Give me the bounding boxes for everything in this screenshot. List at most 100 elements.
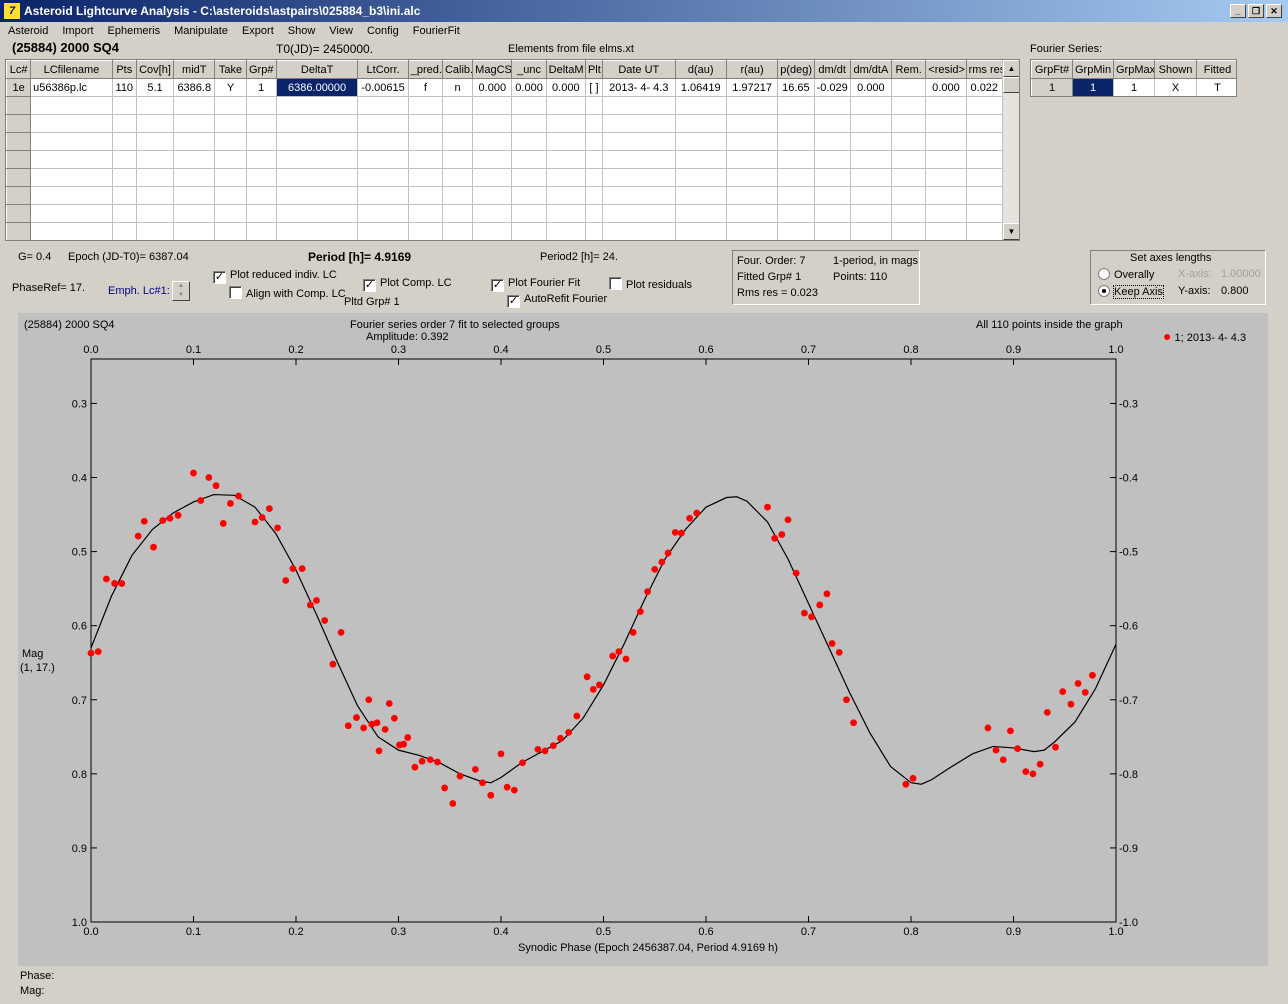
data-point bbox=[159, 517, 167, 524]
data-point bbox=[258, 514, 266, 521]
data-point bbox=[289, 565, 297, 573]
x-tick-label-bottom: 0.8 bbox=[903, 926, 918, 938]
data-point bbox=[329, 660, 337, 668]
data-point bbox=[784, 516, 792, 524]
data-point bbox=[365, 696, 373, 704]
data-point bbox=[1059, 688, 1067, 696]
data-point bbox=[678, 529, 685, 537]
y-tick-label-right: -0.7 bbox=[1119, 695, 1138, 707]
data-point bbox=[573, 712, 581, 720]
data-point bbox=[391, 714, 398, 722]
data-point bbox=[909, 774, 917, 782]
data-point bbox=[541, 747, 549, 755]
data-point bbox=[808, 613, 815, 621]
y-tick-label-right: -0.8 bbox=[1119, 769, 1138, 781]
data-point bbox=[479, 779, 486, 787]
data-point bbox=[111, 580, 118, 587]
data-point bbox=[385, 700, 393, 707]
x-tick-label-top: 0.4 bbox=[493, 344, 508, 356]
status-mag: Mag: bbox=[20, 985, 45, 997]
x-tick-label-bottom: 0.7 bbox=[801, 926, 816, 938]
data-point bbox=[353, 714, 360, 721]
data-point bbox=[219, 520, 227, 527]
data-point bbox=[999, 756, 1007, 764]
data-point bbox=[197, 497, 205, 504]
data-point bbox=[102, 575, 110, 583]
data-point bbox=[190, 469, 197, 477]
data-point bbox=[426, 756, 434, 764]
data-point bbox=[565, 728, 573, 736]
y-tick-label-left: 0.5 bbox=[72, 547, 87, 559]
data-point bbox=[609, 652, 617, 660]
data-point bbox=[792, 569, 800, 577]
data-point bbox=[1014, 745, 1021, 753]
data-point bbox=[166, 514, 174, 522]
data-point bbox=[1022, 768, 1030, 776]
x-tick-label-top: 1.0 bbox=[1108, 344, 1123, 356]
data-point bbox=[510, 786, 518, 794]
y-tick-label-right: -0.6 bbox=[1119, 621, 1138, 633]
data-point bbox=[497, 750, 505, 758]
data-point bbox=[549, 742, 557, 750]
data-point bbox=[298, 565, 306, 573]
data-point bbox=[1052, 743, 1059, 751]
x-tick-label-top: 0.3 bbox=[391, 344, 406, 356]
data-point bbox=[583, 673, 591, 681]
x-tick-label-top: 0.9 bbox=[1006, 344, 1021, 356]
x-tick-label-bottom: 0.4 bbox=[493, 926, 508, 938]
data-point bbox=[205, 474, 213, 481]
data-point bbox=[134, 532, 142, 540]
lightcurve-chart[interactable]: 0.00.00.10.10.20.20.30.30.40.40.50.50.60… bbox=[0, 0, 1288, 1004]
fourier-fit-curve bbox=[90, 493, 1117, 785]
data-point bbox=[644, 588, 651, 596]
data-point bbox=[140, 517, 148, 525]
data-point bbox=[596, 681, 603, 689]
data-point bbox=[902, 780, 910, 788]
data-point bbox=[471, 765, 479, 773]
status-phase: Phase: bbox=[20, 970, 55, 982]
data-point bbox=[274, 524, 281, 532]
data-point bbox=[503, 783, 511, 791]
data-point bbox=[404, 734, 412, 741]
data-point bbox=[589, 685, 597, 693]
y-tick-label-left: 1.0 bbox=[72, 917, 87, 929]
plot-frame bbox=[90, 358, 1117, 923]
x-tick-label-top: 0.2 bbox=[288, 344, 303, 356]
data-point bbox=[686, 514, 693, 522]
data-point bbox=[321, 617, 329, 624]
x-tick-label-top: 0.8 bbox=[903, 344, 918, 356]
data-point bbox=[1081, 688, 1089, 696]
data-point bbox=[816, 601, 824, 609]
data-point bbox=[150, 543, 157, 551]
y-tick-label-left: 0.6 bbox=[72, 621, 87, 633]
y-tick-label-right: -0.9 bbox=[1119, 843, 1138, 855]
y-tick-label-right: -0.3 bbox=[1119, 398, 1138, 410]
x-tick-label-bottom: 0.6 bbox=[698, 926, 713, 938]
data-point bbox=[992, 746, 1000, 754]
data-point bbox=[1043, 708, 1051, 716]
data-point bbox=[828, 640, 836, 647]
data-point bbox=[1007, 727, 1014, 735]
data-point bbox=[344, 722, 352, 730]
data-point bbox=[823, 590, 831, 598]
data-point bbox=[282, 577, 290, 584]
data-point bbox=[850, 719, 857, 727]
x-tick-label-top: 0.0 bbox=[83, 344, 98, 356]
data-point bbox=[651, 565, 659, 573]
y-tick-label-right: -0.4 bbox=[1119, 473, 1138, 485]
data-point bbox=[557, 734, 564, 742]
data-point bbox=[629, 628, 637, 636]
data-point bbox=[1029, 770, 1037, 778]
data-point bbox=[360, 724, 368, 732]
data-point bbox=[637, 608, 644, 616]
data-point bbox=[227, 500, 234, 507]
data-point bbox=[778, 531, 786, 538]
data-point bbox=[664, 549, 672, 557]
y-tick-label-left: 0.7 bbox=[72, 695, 87, 707]
y-tick-label-left: 0.4 bbox=[72, 473, 87, 485]
data-point bbox=[615, 648, 623, 656]
data-point bbox=[487, 791, 495, 799]
x-tick-label-top: 0.1 bbox=[186, 344, 201, 356]
data-point bbox=[441, 784, 449, 792]
data-point bbox=[265, 505, 273, 513]
